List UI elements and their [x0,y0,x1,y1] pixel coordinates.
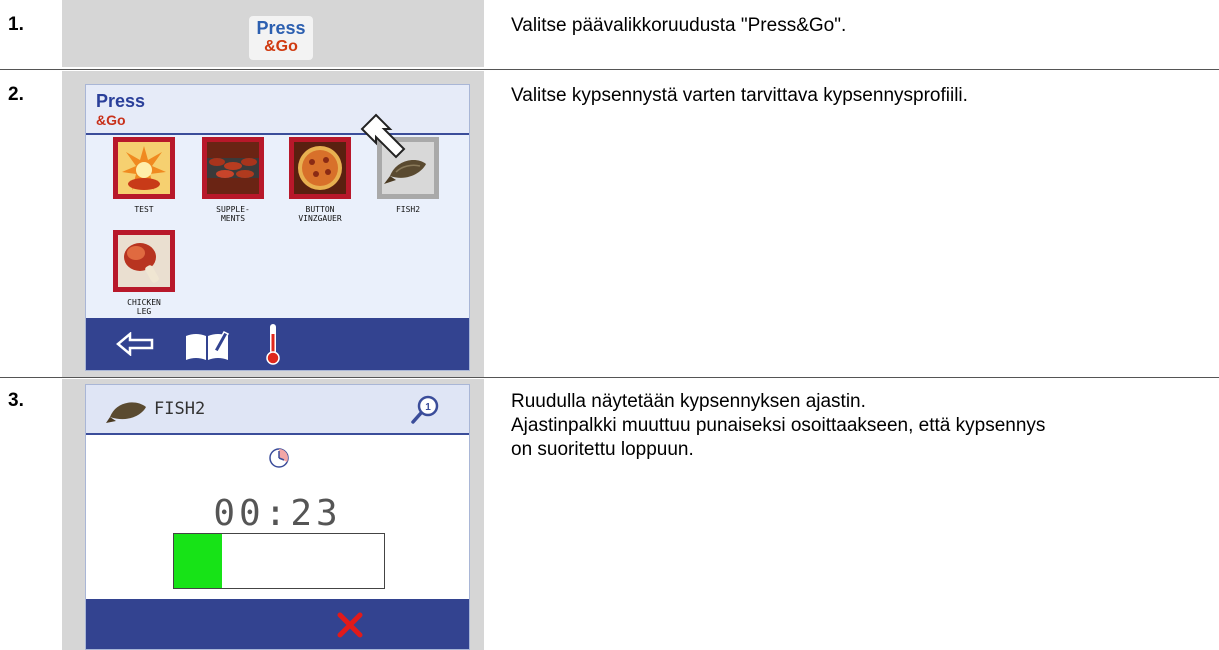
screen-footer [86,599,469,649]
divider [0,69,1219,70]
description-line: Ajastinpalkki muuttuu punaiseksi osoitta… [511,415,1046,436]
step-number: 1. [8,14,24,35]
recipe-book-icon[interactable] [184,328,230,362]
sausages-icon [202,137,264,199]
tile-label: BUTTON VINZGAUER [298,205,342,223]
press-go-menu-screen: Press &Go TEST SUPPLE- MENTS BUTTON VINZ… [85,84,470,371]
profile-title: FISH2 [154,399,206,419]
thermometer-icon[interactable] [264,322,282,366]
profile-tile-test[interactable]: TEST [113,137,175,214]
profile-tile-chicken-leg[interactable]: CHICKEN LEG [113,230,175,316]
timer-progress-fill [174,534,223,588]
clock-icon [269,448,289,468]
cancel-x-icon[interactable] [336,611,364,639]
screen-header: Press &Go [86,85,469,135]
magnifier-info-icon[interactable]: 1 [410,393,442,425]
chicken-leg-icon [113,230,175,292]
step-3-description: Ruudulla näytetään kypsennyksen ajastin.… [511,390,1211,462]
tile-label: FISH2 [395,205,421,214]
svg-text:1: 1 [425,402,431,413]
cooking-timer-screen: FISH2 1 00:23 [85,384,470,650]
timer-progress-bar [173,533,385,589]
description-line: Ruudulla näytetään kypsennyksen ajastin. [511,391,866,412]
tile-label: CHICKEN LEG [127,298,161,316]
explosion-icon [113,137,175,199]
press-go-icon-go: &Go [264,38,298,55]
tile-label: TEST [134,205,154,214]
step-2-description: Valitse kypsennystä varten tarvittava ky… [511,85,968,106]
timer-display: 00:23 [213,493,342,534]
press-go-icon[interactable]: Press &Go [249,16,313,60]
screen-header: FISH2 1 [86,385,469,435]
step-1-image: Press &Go [62,0,484,67]
press-go-logo-go: &Go [96,112,126,128]
profile-tile-supplements[interactable]: SUPPLE- MENTS [202,137,264,223]
press-go-icon-press: Press [256,18,306,38]
description-line: on suoritettu loppuun. [511,439,694,460]
fish-icon [106,402,146,423]
step-1-description: Valitse päävalikkoruudusta "Press&Go". [511,15,847,36]
screen-footer [86,318,469,370]
step-number: 3. [8,390,24,411]
divider [0,377,1219,378]
step-number: 2. [8,84,24,105]
press-go-logo-press: Press [96,91,146,111]
tile-label: SUPPLE- MENTS [216,205,250,223]
pointer-arrow-icon [360,113,406,159]
back-arrow-icon[interactable] [116,332,156,356]
